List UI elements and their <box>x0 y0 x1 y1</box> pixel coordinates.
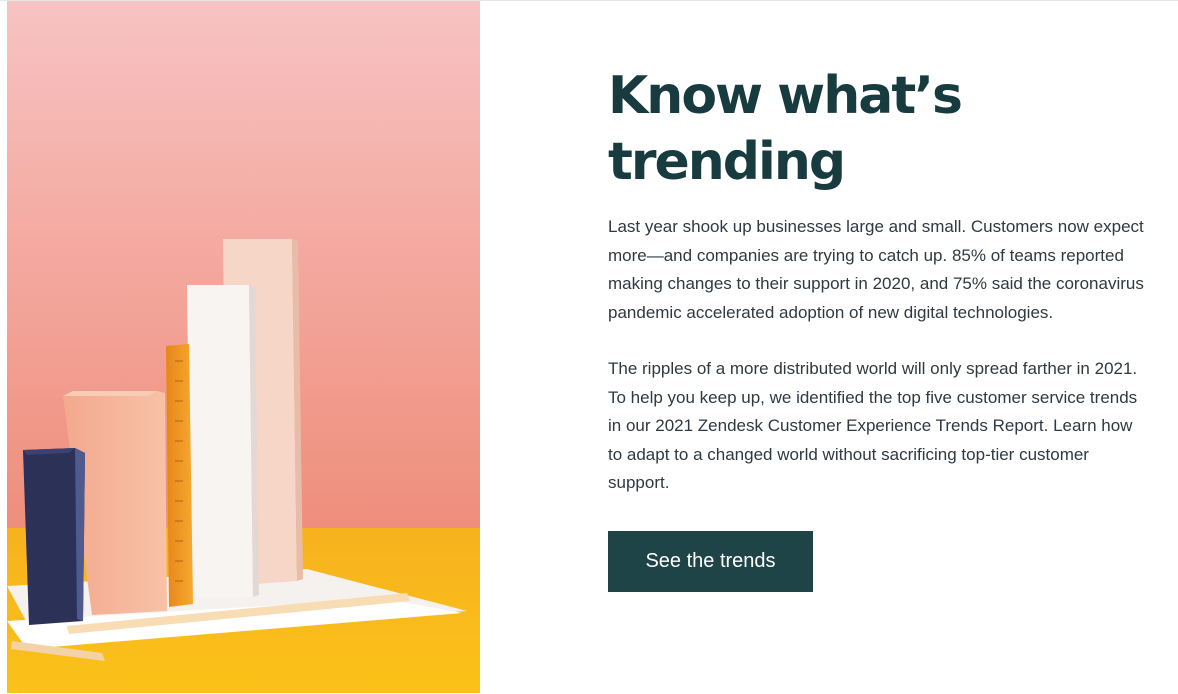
hero-photo <box>7 1 480 693</box>
see-trends-button[interactable]: See the trends <box>608 530 813 592</box>
trends-promo-section: Know what’s trending Last year shook up … <box>0 0 1178 694</box>
intro-paragraph: Last year shook up businesses large and … <box>608 217 1144 322</box>
page-title: Know what’s trending <box>608 66 963 192</box>
hero-content: Know what’s trending Last year shook up … <box>608 63 1148 592</box>
details-paragraph: The ripples of a more distributed world … <box>608 359 1138 492</box>
blocks-bar-chart-photo <box>7 1 480 693</box>
